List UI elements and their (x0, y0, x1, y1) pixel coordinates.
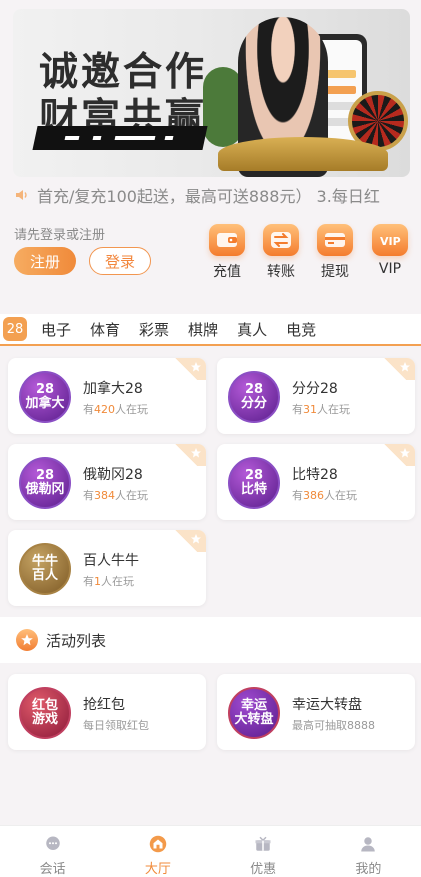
game-name: 比特28 (292, 467, 338, 483)
category-tabs: 28 电子 体育 彩票 棋牌 真人 电竞 (0, 314, 421, 346)
star-icon (400, 448, 410, 458)
promo-banner[interactable]: 诚邀合作 财富共赢 (13, 9, 410, 177)
game-card-oregon28[interactable]: 28 俄勒冈 俄勒冈28 有384人在玩 (8, 444, 206, 520)
tab-lottery[interactable]: 彩票 (139, 319, 169, 340)
vip-label: VIP (378, 261, 402, 277)
tab-label: 优惠 (250, 862, 277, 877)
game-name: 分分28 (292, 381, 338, 397)
activity-name: 抢红包 (83, 697, 125, 713)
chat-icon (45, 836, 60, 850)
section-title: 活动列表 (46, 631, 107, 650)
favorite-corner[interactable] (166, 358, 206, 380)
bottom-tab-bar: 会话 大厅 优惠 我的 (0, 825, 421, 877)
coins-illustration (218, 137, 388, 171)
player-count: 有420人在玩 (83, 403, 148, 416)
game-logo: 28 加拿大 (19, 371, 71, 423)
favorite-corner[interactable] (166, 530, 206, 552)
notice-marquee[interactable]: 首充/复充100起送，最高可送888元） 3.每日红 (14, 182, 414, 208)
activity-desc: 每日领取红包 (83, 719, 149, 732)
tab-chat[interactable]: 会话 (0, 826, 105, 877)
lobby-icon (149, 835, 167, 853)
deposit-button[interactable]: 充值 (203, 224, 251, 281)
game-card-canada28[interactable]: 28 加拿大 加拿大28 有420人在玩 (8, 358, 206, 434)
game-name: 百人牛牛 (83, 553, 139, 569)
wallet-icon (209, 224, 245, 256)
favorite-corner[interactable] (166, 444, 206, 466)
activity-desc: 最高可抽取8888 (292, 719, 375, 732)
vip-button[interactable]: VIP VIP (366, 224, 414, 277)
deposit-label: 充值 (213, 264, 241, 280)
activity-logo: 幸运 大转盘 (228, 687, 280, 739)
tab-chess[interactable]: 棋牌 (188, 319, 218, 340)
favorite-corner[interactable] (375, 444, 415, 466)
tab-label: 会话 (39, 862, 66, 877)
vip-icon: VIP (372, 224, 408, 256)
withdraw-button[interactable]: 提现 (311, 224, 359, 281)
activity-card-red-envelope[interactable]: 红包 游戏 抢红包 每日领取红包 (8, 674, 206, 750)
star-badge-icon (16, 629, 38, 651)
game-logo: 28 分分 (228, 371, 280, 423)
player-count: 有31人在玩 (292, 403, 350, 416)
tab-sports[interactable]: 体育 (90, 319, 120, 340)
activity-name: 幸运大转盘 (292, 697, 362, 713)
card-icon (317, 224, 353, 256)
login-tip: 请先登录或注册 (14, 228, 106, 243)
game-card-fenfen28[interactable]: 28 分分 分分28 有31人在玩 (217, 358, 415, 434)
tab-electronic[interactable]: 电子 (41, 319, 71, 340)
favorite-corner[interactable] (375, 358, 415, 380)
tab-label: 大厅 (144, 862, 171, 877)
star-icon (191, 362, 201, 372)
tree-decoration (203, 67, 243, 147)
login-button[interactable]: 登录 (89, 247, 151, 275)
transfer-icon (263, 224, 299, 256)
tab-live[interactable]: 真人 (237, 319, 267, 340)
register-button[interactable]: 注册 (14, 247, 76, 275)
speaker-icon (16, 190, 27, 200)
game-logo: 28 俄勒冈 (19, 457, 71, 509)
gift-icon (255, 836, 271, 851)
notice-text: 首充/复充100起送，最高可送888元） 3.每日红 (37, 187, 380, 206)
user-icon (361, 837, 376, 852)
activity-section-header: 活动列表 (0, 617, 421, 663)
banner-strip (32, 126, 208, 150)
transfer-label: 转账 (267, 264, 295, 280)
svg-text:VIP: VIP (380, 235, 401, 248)
star-icon (191, 448, 201, 458)
activity-logo: 红包 游戏 (19, 687, 71, 739)
withdraw-label: 提现 (321, 264, 349, 280)
game-logo: 28 比特 (228, 457, 280, 509)
tab-esports[interactable]: 电竞 (286, 319, 316, 340)
tab-promotions[interactable]: 优惠 (211, 826, 316, 877)
game-card-bit28[interactable]: 28 比特 比特28 有386人在玩 (217, 444, 415, 520)
game-logo: 牛牛 百人 (19, 543, 71, 595)
player-count: 有384人在玩 (83, 489, 148, 502)
activity-card-lucky-wheel[interactable]: 幸运 大转盘 幸运大转盘 最高可抽取8888 (217, 674, 415, 750)
tab-label: 我的 (355, 862, 382, 877)
player-count: 有386人在玩 (292, 489, 357, 502)
star-icon (191, 534, 201, 544)
player-count: 有1人在玩 (83, 575, 134, 588)
transfer-button[interactable]: 转账 (257, 224, 305, 281)
game-name: 俄勒冈28 (83, 467, 143, 483)
tab-28[interactable]: 28 (3, 317, 27, 341)
game-name: 加拿大28 (83, 381, 143, 397)
tab-lobby[interactable]: 大厅 (105, 826, 210, 877)
game-card-niuniu[interactable]: 牛牛 百人 百人牛牛 有1人在玩 (8, 530, 206, 606)
tab-profile[interactable]: 我的 (316, 826, 421, 877)
star-icon (400, 362, 410, 372)
